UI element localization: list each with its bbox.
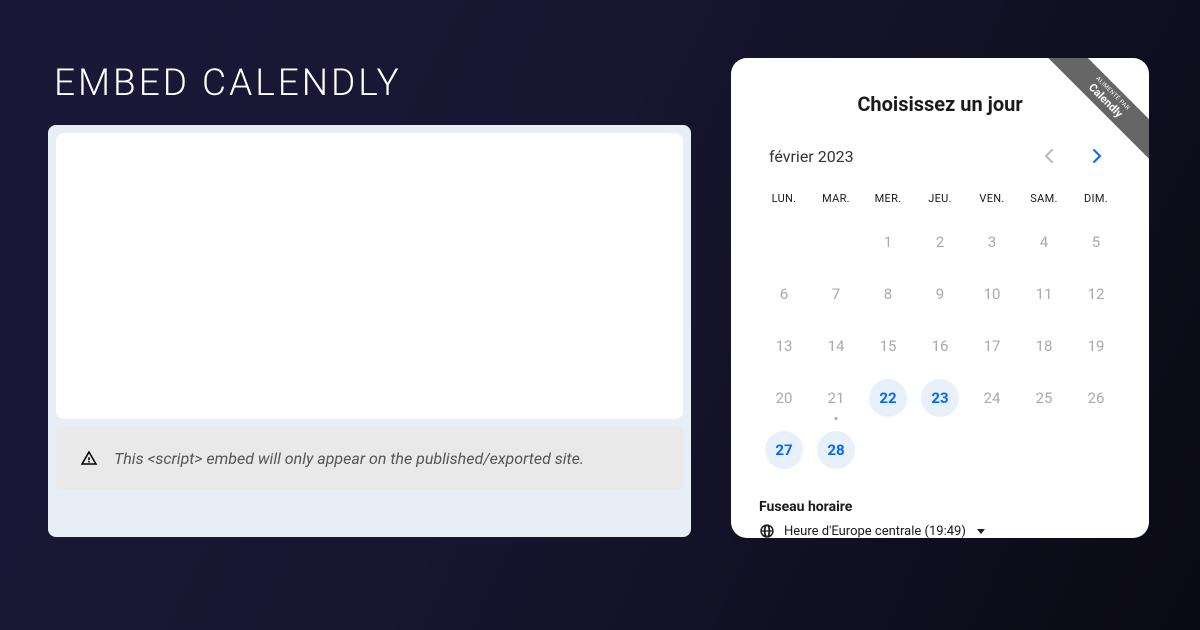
calendar-day: 21	[811, 373, 861, 423]
day-header: SAM.	[1019, 188, 1069, 209]
embed-preview-panel: This <script> embed will only appear on …	[48, 125, 691, 537]
calendar-day: 7	[811, 269, 861, 319]
day-header: MER.	[863, 188, 913, 209]
embed-placeholder	[56, 133, 683, 419]
calendar-day-available[interactable]: 22	[869, 379, 907, 417]
calendar-grid: 1234567891011121314151617181920212223242…	[759, 217, 1121, 475]
calendar-day: 11	[1019, 269, 1069, 319]
timezone-value: Heure d'Europe centrale (19:49)	[784, 524, 966, 539]
calendar-day: 4	[1019, 217, 1069, 267]
day-header: DIM.	[1071, 188, 1121, 209]
calendar-day	[863, 425, 913, 475]
calendar-day: 2	[915, 217, 965, 267]
page-title: EMBED CALENDLY	[54, 62, 402, 105]
calendar-day-available[interactable]: 23	[921, 379, 959, 417]
warning-banner: This <script> embed will only appear on …	[56, 427, 683, 490]
timezone-label: Fuseau horaire	[759, 499, 1121, 515]
calendar-day: 10	[967, 269, 1017, 319]
calendar-day: 18	[1019, 321, 1069, 371]
calendar-day: 8	[863, 269, 913, 319]
calendar-day: 1	[863, 217, 913, 267]
day-header: MAR.	[811, 188, 861, 209]
calendar-day	[1071, 425, 1121, 475]
calendar-day: 24	[967, 373, 1017, 423]
calendar-day-available[interactable]: 27	[765, 431, 803, 469]
chevron-down-icon	[977, 529, 985, 534]
timezone-selector[interactable]: Heure d'Europe centrale (19:49)	[759, 523, 1121, 538]
calendar-day	[759, 217, 809, 267]
ribbon-small-text: ALIMENTÉ PAR	[1050, 58, 1149, 156]
calendar-day: 3	[967, 217, 1017, 267]
calendar-day: 26	[1071, 373, 1121, 423]
day-header: JEU.	[915, 188, 965, 209]
day-header: VEN.	[967, 188, 1017, 209]
calendar-day: 19	[1071, 321, 1121, 371]
calendly-widget: ALIMENTÉ PAR Calendly Choisissez un jour…	[731, 58, 1149, 538]
calendar-day: 12	[1071, 269, 1121, 319]
calendar-day: 5	[1071, 217, 1121, 267]
calendar-day: 15	[863, 321, 913, 371]
calendar-day	[967, 425, 1017, 475]
warning-text: This <script> embed will only appear on …	[114, 447, 584, 470]
calendar-day: 20	[759, 373, 809, 423]
calendar-day-available[interactable]: 28	[817, 431, 855, 469]
calendar-day	[1019, 425, 1069, 475]
calendar-day	[811, 217, 861, 267]
calendar-day: 16	[915, 321, 965, 371]
globe-icon	[759, 523, 775, 538]
calendar-day: 14	[811, 321, 861, 371]
calendar-day	[915, 425, 965, 475]
day-headers-row: LUN.MAR.MER.JEU.VEN.SAM.DIM.	[759, 188, 1121, 209]
warning-icon	[80, 449, 98, 467]
month-label: février 2023	[769, 147, 1035, 166]
powered-by-ribbon[interactable]: ALIMENTÉ PAR Calendly	[1029, 58, 1149, 178]
calendar-day: 25	[1019, 373, 1069, 423]
calendar-day: 13	[759, 321, 809, 371]
calendar-day: 6	[759, 269, 809, 319]
day-header: LUN.	[759, 188, 809, 209]
calendar-day: 17	[967, 321, 1017, 371]
calendar-day: 9	[915, 269, 965, 319]
